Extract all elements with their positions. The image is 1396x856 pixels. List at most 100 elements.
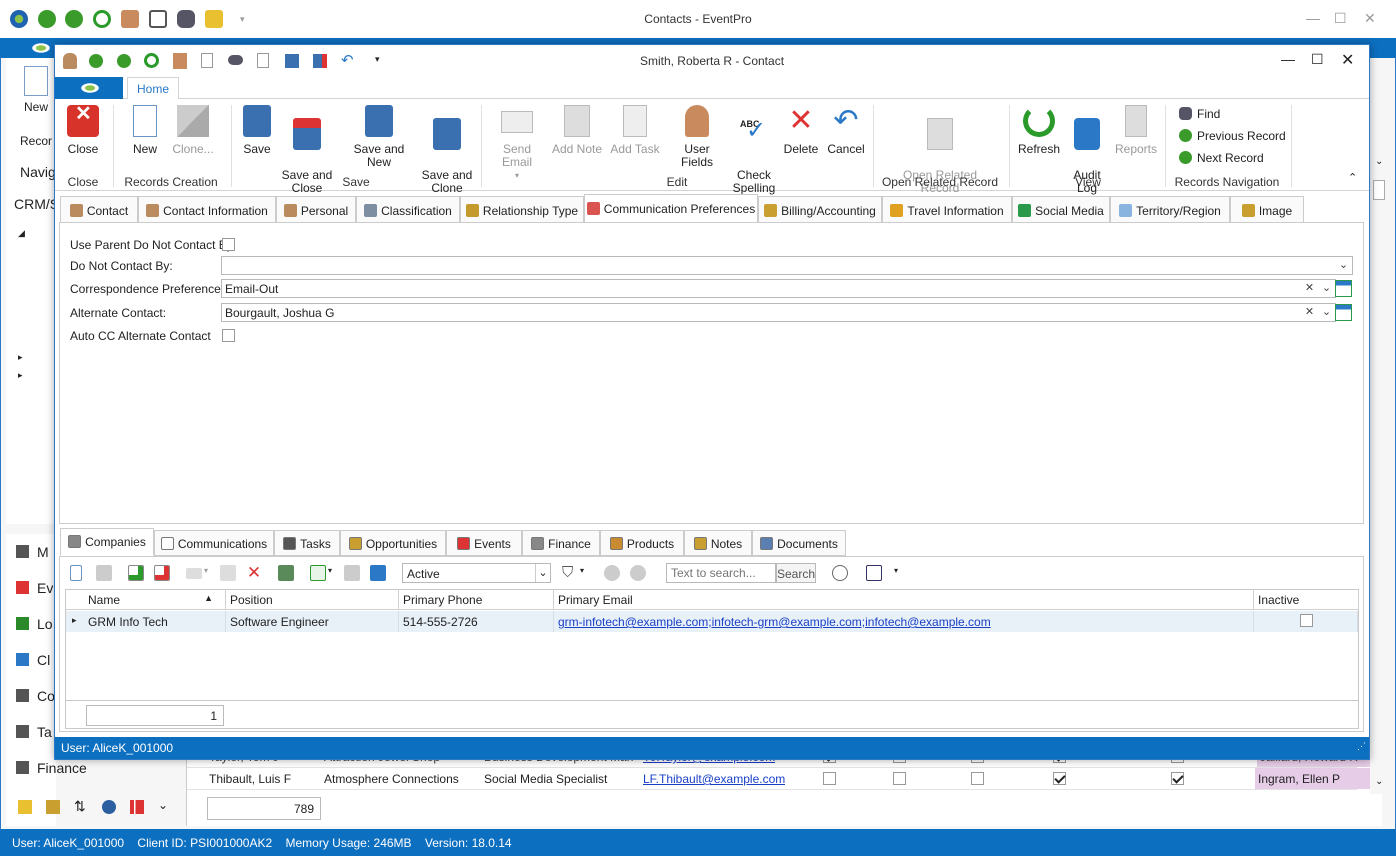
details-icon[interactable] bbox=[370, 565, 386, 581]
do-not-contact-field[interactable]: ⌄ bbox=[221, 256, 1353, 275]
next-icon[interactable] bbox=[630, 565, 646, 581]
sort-icon[interactable]: ⇅ bbox=[74, 798, 86, 815]
tab-contact[interactable]: Contact bbox=[60, 196, 138, 223]
tab-image[interactable]: Image bbox=[1230, 196, 1304, 223]
close-button[interactable]: ✕ Close bbox=[65, 104, 101, 156]
dropdown-icon[interactable]: ⌄ bbox=[1335, 257, 1352, 274]
refresh-button[interactable]: Refresh bbox=[1017, 105, 1061, 156]
main-new-button[interactable]: New bbox=[24, 100, 48, 114]
clear-icon[interactable]: ✕ bbox=[1301, 280, 1318, 297]
row-checkbox[interactable] bbox=[971, 772, 984, 785]
row-checkbox[interactable] bbox=[823, 772, 836, 785]
row-email[interactable]: LF.Thibault@example.com bbox=[643, 772, 785, 786]
email-dropdown-icon[interactable]: ▾ bbox=[204, 566, 208, 575]
send-email-button[interactable]: Send Email ▾ bbox=[489, 105, 545, 182]
globe-icon[interactable] bbox=[102, 800, 116, 814]
nav-item[interactable]: M bbox=[16, 544, 49, 564]
previous-record-button[interactable]: Previous Record bbox=[1179, 129, 1286, 143]
tab-contact-information[interactable]: Contact Information bbox=[138, 196, 276, 223]
save-and-clone-button[interactable]: Save and Clone bbox=[421, 105, 473, 208]
audit-log-button[interactable]: Audit Log bbox=[1067, 105, 1107, 208]
minimize-icon[interactable]: — bbox=[1306, 10, 1320, 26]
lookup-icon[interactable] bbox=[1335, 280, 1352, 297]
filter-select[interactable]: Active ⌄ bbox=[402, 563, 551, 583]
vertical-scrollbar[interactable]: ⌄ ⌄ bbox=[1370, 154, 1388, 794]
use-parent-checkbox[interactable] bbox=[222, 238, 235, 251]
nav-item[interactable]: Ta bbox=[16, 724, 52, 744]
tab-finance[interactable]: Finance bbox=[522, 530, 600, 556]
tab-billing-accounting[interactable]: Billing/Accounting bbox=[758, 196, 882, 223]
row-email[interactable]: grm-infotech@example.com;infotech-grm@ex… bbox=[554, 611, 1254, 632]
resize-grip-icon[interactable]: ⋰ bbox=[1357, 741, 1366, 752]
save-button[interactable]: Save bbox=[239, 105, 275, 156]
column-header-inactive[interactable]: Inactive bbox=[1254, 590, 1359, 610]
tab-travel-information[interactable]: Travel Information bbox=[882, 196, 1012, 223]
email-icon[interactable] bbox=[186, 568, 202, 579]
correspondence-field[interactable]: Email-Out ✕ ⌄ bbox=[221, 279, 1336, 298]
new-icon[interactable] bbox=[70, 565, 82, 581]
tab-social-media[interactable]: Social Media bbox=[1012, 196, 1110, 223]
nav-item[interactable]: Ev bbox=[16, 580, 53, 600]
scroll-down-icon[interactable]: ⌄ bbox=[1375, 776, 1383, 787]
columns-icon[interactable] bbox=[310, 565, 326, 581]
tab-events[interactable]: Events bbox=[446, 530, 522, 556]
maximize-icon[interactable]: ☐ bbox=[1311, 51, 1324, 68]
delete-button[interactable]: ✕ Delete bbox=[781, 105, 821, 156]
reports-button[interactable]: Reports bbox=[1113, 105, 1159, 156]
next-record-button[interactable]: Next Record bbox=[1179, 151, 1264, 165]
new-button[interactable]: New bbox=[127, 105, 163, 156]
dropdown-icon[interactable]: ⌄ bbox=[535, 564, 550, 582]
notes-icon[interactable] bbox=[18, 800, 32, 814]
save-and-new-button[interactable]: Save and New bbox=[341, 105, 417, 169]
filter-icon[interactable]: ⛉ bbox=[562, 565, 578, 581]
search-button[interactable]: Search bbox=[776, 563, 816, 583]
row-checkbox[interactable] bbox=[1171, 772, 1184, 785]
clone-button[interactable]: Clone... bbox=[171, 105, 215, 156]
save-and-close-button[interactable]: Save and Close bbox=[281, 105, 333, 208]
nav-item[interactable]: Lo bbox=[16, 616, 53, 636]
check-spelling-button[interactable]: ABC ✓ Check Spelling bbox=[731, 105, 777, 208]
hierarchy-icon[interactable] bbox=[46, 800, 60, 814]
user-fields-button[interactable]: User Fields bbox=[667, 105, 727, 169]
row-checkbox[interactable] bbox=[1053, 772, 1066, 785]
save-layout-dropdown-icon[interactable]: ▾ bbox=[894, 566, 898, 575]
scroll-thumb[interactable] bbox=[1373, 180, 1385, 200]
scroll-up-icon[interactable]: ⌄ bbox=[1375, 156, 1383, 167]
tab-classification[interactable]: Classification bbox=[356, 196, 460, 223]
nav-item[interactable]: Co bbox=[16, 688, 55, 708]
filter-dropdown-icon[interactable]: ▾ bbox=[580, 566, 584, 575]
nav-item[interactable]: Cl bbox=[16, 652, 50, 672]
open-icon[interactable] bbox=[344, 565, 360, 581]
find-icon[interactable] bbox=[832, 565, 848, 581]
tree-expander-icon[interactable]: ▸ bbox=[18, 352, 23, 363]
save-layout-icon[interactable] bbox=[866, 565, 882, 581]
close-icon[interactable]: ✕ bbox=[1341, 50, 1354, 70]
column-header-primary-phone[interactable]: Primary Phone bbox=[399, 590, 554, 610]
close-icon[interactable]: ✕ bbox=[1364, 10, 1376, 27]
clear-icon[interactable]: ✕ bbox=[1301, 304, 1318, 321]
row-expand-icon[interactable]: ▸ bbox=[72, 615, 77, 626]
tab-documents[interactable]: Documents bbox=[752, 530, 846, 556]
clone-icon[interactable] bbox=[96, 565, 112, 581]
nav-item[interactable]: Finance bbox=[16, 760, 87, 780]
add-note-button[interactable]: Add Note bbox=[551, 105, 603, 156]
open-related-record-button[interactable]: Open Related Record bbox=[893, 105, 987, 208]
columns-dropdown-icon[interactable]: ▾ bbox=[328, 566, 332, 575]
tab-personal[interactable]: Personal bbox=[276, 196, 356, 223]
collapse-ribbon-icon[interactable]: ⌃ bbox=[1348, 171, 1357, 184]
tab-communications[interactable]: Communications bbox=[154, 530, 274, 556]
search-input[interactable] bbox=[666, 563, 776, 583]
add-icon[interactable] bbox=[128, 565, 144, 581]
inactive-checkbox[interactable] bbox=[1300, 614, 1313, 627]
row-checkbox[interactable] bbox=[893, 772, 906, 785]
tab-tasks[interactable]: Tasks bbox=[274, 530, 340, 556]
tab-relationship-type[interactable]: Relationship Type bbox=[460, 196, 584, 223]
find-button[interactable]: Find bbox=[1179, 107, 1220, 121]
main-new-icon[interactable] bbox=[24, 66, 48, 96]
tab-territory-region[interactable]: Territory/Region bbox=[1110, 196, 1230, 223]
minimize-icon[interactable]: — bbox=[1281, 51, 1295, 67]
auto-cc-checkbox[interactable] bbox=[222, 329, 235, 342]
table-row[interactable]: ▸ GRM Info Tech Software Engineer 514-55… bbox=[66, 611, 1358, 632]
dropdown-icon[interactable]: ⌄ bbox=[1318, 280, 1335, 297]
dropdown-icon[interactable]: ⌄ bbox=[1318, 304, 1335, 321]
